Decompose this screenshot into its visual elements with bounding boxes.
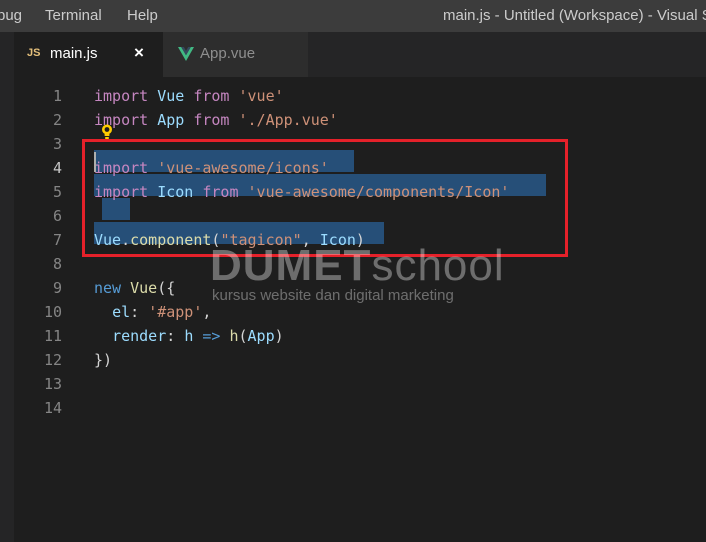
code-token: (: [238, 327, 248, 345]
menu-debug[interactable]: bug: [0, 7, 22, 24]
code-token: App: [157, 111, 185, 129]
line-number: 4: [52, 159, 62, 177]
code-token: App: [247, 327, 275, 345]
code-token: 'vue': [238, 87, 284, 105]
code-token: from: [193, 87, 230, 105]
code-token: ({: [157, 279, 176, 297]
code-token: h: [229, 327, 239, 345]
editor-tab-bar: JS main.js × App.vue: [0, 32, 706, 77]
code-token: render: [112, 327, 167, 345]
vue-file-icon: [178, 47, 194, 61]
code-token: import: [94, 87, 149, 105]
code-token: Vue: [130, 279, 158, 297]
tab-label: main.js: [50, 45, 98, 62]
javascript-file-icon: JS: [27, 47, 41, 59]
line-number: 14: [43, 399, 62, 417]
line-number: 2: [52, 111, 62, 129]
annotation-highlight-box: [82, 139, 568, 257]
watermark-brand: DUMETschool: [210, 241, 505, 291]
code-token: '#app': [148, 303, 203, 321]
line-number: 13: [43, 375, 62, 393]
code-token: :: [166, 327, 185, 345]
watermark: DUMETschool kursus website dan digital m…: [210, 241, 505, 304]
watermark-tagline: kursus website dan digital marketing: [212, 287, 454, 304]
code-token: h: [184, 327, 194, 345]
close-icon[interactable]: ×: [134, 43, 144, 63]
line-number: 10: [43, 303, 62, 321]
watermark-brand-main: DUMET: [210, 241, 372, 290]
menu-bar: bug Terminal Help main.js - Untitled (Wo…: [0, 0, 706, 32]
menu-terminal[interactable]: Terminal: [45, 7, 102, 24]
line-number: 5: [52, 183, 62, 201]
code-line: 1 import Vue from 'vue': [0, 84, 706, 108]
code-token: './App.vue': [238, 111, 338, 129]
code-token: el: [112, 303, 131, 321]
code-token: from: [193, 111, 230, 129]
code-line: 11 render: h => h(App): [0, 324, 706, 348]
code-token: Vue: [157, 87, 185, 105]
tab-app-vue[interactable]: App.vue: [163, 32, 308, 77]
line-number: 6: [52, 207, 62, 225]
code-text: el: '#app',: [94, 300, 211, 324]
menu-help[interactable]: Help: [127, 7, 158, 24]
code-text: render: h => h(App): [94, 324, 284, 348]
code-token: :: [130, 303, 149, 321]
line-number: 3: [52, 135, 62, 153]
window-title: main.js - Untitled (Workspace) - Visual …: [443, 7, 706, 24]
line-number: 1: [52, 87, 62, 105]
line-number: 7: [52, 231, 62, 249]
code-line: 13: [0, 372, 706, 396]
code-token: new: [94, 279, 122, 297]
code-text: import Vue from 'vue': [94, 84, 284, 108]
line-number: 9: [52, 279, 62, 297]
line-number: 12: [43, 351, 62, 369]
code-editor[interactable]: 1 import Vue from 'vue' 2 import App from '…: [0, 77, 706, 542]
tab-main-js[interactable]: JS main.js ×: [14, 32, 163, 77]
code-token: }): [94, 351, 113, 369]
code-text: }): [94, 348, 112, 372]
code-token: =>: [202, 327, 221, 345]
line-number: 11: [43, 327, 62, 345]
code-text: new Vue({: [94, 276, 175, 300]
code-line: 14: [0, 396, 706, 420]
tab-label: App.vue: [200, 45, 256, 62]
code-token: ): [274, 327, 284, 345]
watermark-brand-suffix: school: [371, 241, 505, 290]
code-line: 12}): [0, 348, 706, 372]
line-number: 8: [52, 255, 62, 273]
code-token: ,: [202, 303, 212, 321]
code-text: import App from './App.vue': [94, 108, 338, 132]
